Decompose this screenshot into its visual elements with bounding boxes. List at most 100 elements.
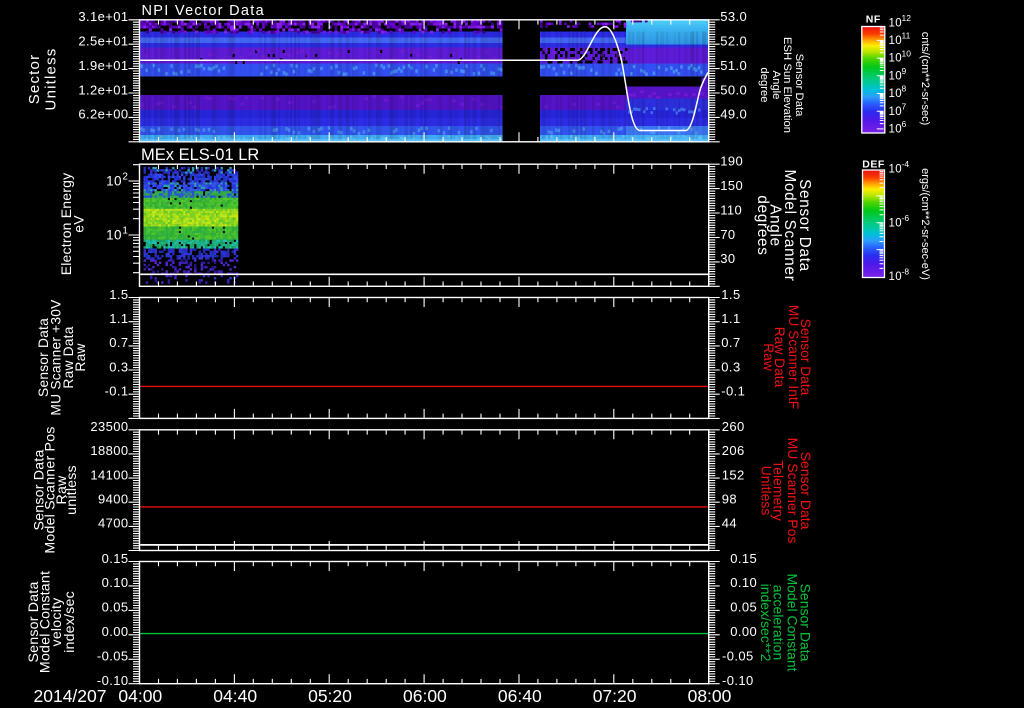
svg-text:11: 11 <box>902 31 911 41</box>
svg-text:49.0: 49.0 <box>720 107 747 122</box>
svg-text:0.05: 0.05 <box>730 600 757 615</box>
svg-text:30: 30 <box>720 251 735 266</box>
svg-text:-6: -6 <box>902 213 910 223</box>
svg-text:0.10: 0.10 <box>102 575 129 590</box>
svg-text:Sensor Data: Sensor Data <box>793 54 805 118</box>
svg-text:7: 7 <box>902 101 907 111</box>
svg-text:0.7: 0.7 <box>109 335 128 350</box>
svg-text:10: 10 <box>889 164 902 176</box>
svg-text:70: 70 <box>720 227 735 242</box>
svg-text:-8: -8 <box>902 267 910 277</box>
svg-text:Angle: Angle <box>770 71 782 100</box>
svg-text:12: 12 <box>902 13 912 23</box>
svg-text:110: 110 <box>720 202 742 217</box>
svg-text:DEF: DEF <box>862 158 885 170</box>
svg-text:05:20: 05:20 <box>308 686 352 706</box>
svg-text:152: 152 <box>722 467 745 482</box>
svg-text:acceleration: acceleration <box>771 585 787 661</box>
svg-text:51.0: 51.0 <box>720 58 747 73</box>
svg-text:53.0: 53.0 <box>720 9 747 24</box>
svg-text:10: 10 <box>889 217 902 229</box>
svg-text:-0.1: -0.1 <box>721 384 745 399</box>
svg-text:06:00: 06:00 <box>403 686 447 706</box>
svg-text:Sensor Data: Sensor Data <box>797 584 813 662</box>
svg-text:-0.05: -0.05 <box>97 649 129 664</box>
svg-text:0.7: 0.7 <box>721 335 740 350</box>
svg-text:Raw Data: Raw Data <box>772 327 787 388</box>
svg-text:10: 10 <box>889 106 902 118</box>
svg-text:1.9e+01: 1.9e+01 <box>78 58 128 73</box>
svg-text:0.15: 0.15 <box>102 551 129 566</box>
svg-text:-0.10: -0.10 <box>97 673 129 688</box>
svg-text:2014/207: 2014/207 <box>34 686 107 706</box>
svg-text:206: 206 <box>722 443 745 458</box>
svg-text:NPI Vector Data: NPI Vector Data <box>142 3 265 19</box>
svg-text:9: 9 <box>902 66 907 76</box>
svg-text:1.1: 1.1 <box>721 311 740 326</box>
svg-text:06:40: 06:40 <box>498 686 542 706</box>
svg-text:10: 10 <box>889 70 902 82</box>
svg-text:Unitless: Unitless <box>43 48 60 111</box>
svg-text:2.5e+01: 2.5e+01 <box>78 34 128 49</box>
svg-text:14100: 14100 <box>90 467 128 482</box>
svg-text:unitless: unitless <box>64 465 80 515</box>
svg-text:0.05: 0.05 <box>102 600 129 615</box>
svg-text:18800: 18800 <box>90 443 128 458</box>
svg-text:1.5: 1.5 <box>109 287 128 302</box>
svg-text:ergs/(cm**2-sr-sec-eV): ergs/(cm**2-sr-sec-eV) <box>919 168 931 280</box>
svg-text:10: 10 <box>106 174 122 189</box>
svg-text:6: 6 <box>902 119 907 129</box>
svg-text:50.0: 50.0 <box>720 82 747 97</box>
svg-text:index/sec: index/sec <box>62 591 78 653</box>
svg-text:10: 10 <box>902 48 912 58</box>
svg-text:Sensor Data: Sensor Data <box>798 319 813 396</box>
svg-text:8: 8 <box>902 84 907 94</box>
svg-text:07:20: 07:20 <box>593 686 637 706</box>
svg-text:0.3: 0.3 <box>721 359 740 374</box>
svg-text:1.1: 1.1 <box>109 311 128 326</box>
svg-text:04:40: 04:40 <box>213 686 257 706</box>
svg-text:1.5: 1.5 <box>721 287 740 302</box>
svg-text:3.1e+01: 3.1e+01 <box>78 9 128 24</box>
svg-text:4700: 4700 <box>98 516 129 531</box>
svg-text:0.00: 0.00 <box>730 624 757 639</box>
svg-text:Sensor Data: Sensor Data <box>796 179 813 272</box>
svg-text:Sensor Data: Sensor Data <box>798 452 814 530</box>
svg-text:10: 10 <box>889 124 902 136</box>
svg-text:260: 260 <box>722 419 745 434</box>
svg-text:08:00: 08:00 <box>688 686 732 706</box>
svg-text:ESH Sun Elevation: ESH Sun Elevation <box>781 37 793 133</box>
svg-text:6.2e+00: 6.2e+00 <box>78 107 128 122</box>
svg-text:Telemetry: Telemetry <box>771 460 787 521</box>
svg-text:NF: NF <box>866 13 881 25</box>
svg-text:Model Scanner: Model Scanner <box>781 170 798 282</box>
svg-text:2: 2 <box>122 172 128 183</box>
svg-text:10: 10 <box>889 17 902 29</box>
svg-text:10: 10 <box>889 271 902 283</box>
svg-text:23500: 23500 <box>90 419 128 434</box>
svg-text:-0.1: -0.1 <box>104 384 128 399</box>
svg-text:Angle: Angle <box>766 204 783 247</box>
svg-text:52.0: 52.0 <box>720 34 747 49</box>
svg-text:9400: 9400 <box>98 492 129 507</box>
svg-text:Raw: Raw <box>73 343 88 371</box>
svg-text:0.10: 0.10 <box>730 575 757 590</box>
svg-text:10: 10 <box>889 88 902 100</box>
svg-text:44: 44 <box>722 516 737 531</box>
svg-text:10: 10 <box>106 228 122 243</box>
svg-text:cnts/(cm**2-sr-sec): cnts/(cm**2-sr-sec) <box>919 32 931 126</box>
svg-text:-0.10: -0.10 <box>722 673 754 688</box>
svg-text:0.00: 0.00 <box>102 624 129 639</box>
svg-text:-4: -4 <box>902 159 910 169</box>
svg-text:1.2e+01: 1.2e+01 <box>78 82 128 97</box>
svg-text:eV: eV <box>71 215 87 233</box>
svg-text:-0.05: -0.05 <box>722 649 754 664</box>
svg-text:10: 10 <box>889 35 902 47</box>
svg-text:04:00: 04:00 <box>118 686 162 706</box>
svg-text:Sector: Sector <box>26 54 43 105</box>
svg-text:MEx ELS-01 LR: MEx ELS-01 LR <box>141 146 259 164</box>
svg-text:98: 98 <box>722 492 737 507</box>
svg-text:150: 150 <box>720 178 743 193</box>
svg-text:0.15: 0.15 <box>730 551 757 566</box>
svg-text:degree: degree <box>758 67 770 102</box>
